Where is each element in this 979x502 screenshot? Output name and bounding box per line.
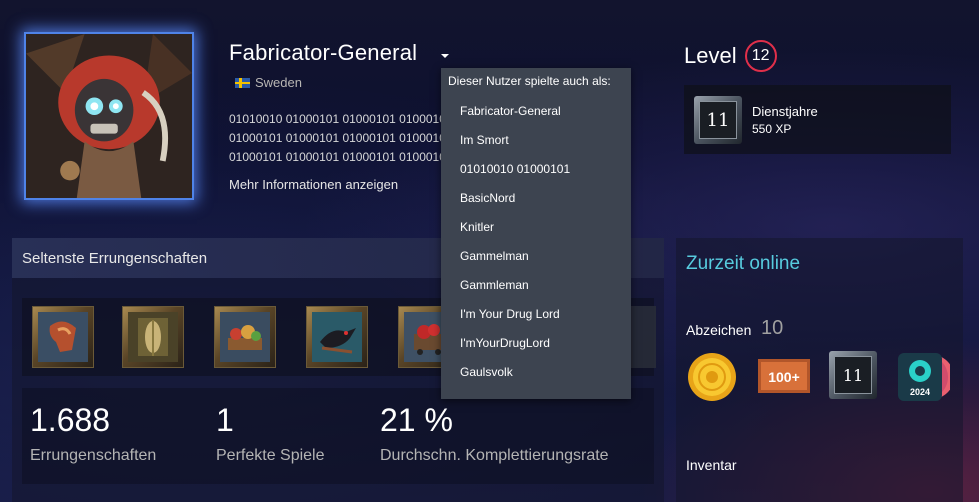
hundred-plus-badge-text: 100+	[768, 369, 800, 385]
years-of-service-title: Dienstjahre	[752, 104, 818, 119]
badge-item[interactable]: 2024	[896, 351, 954, 403]
achievement-showcase-item[interactable]	[122, 306, 184, 368]
achievement-showcase-item[interactable]	[306, 306, 368, 368]
years-of-service-icon-text: 11	[699, 101, 737, 139]
persona-name: Fabricator-General	[229, 40, 418, 65]
badge-item[interactable]	[686, 351, 738, 403]
feast-icon	[228, 325, 262, 350]
stat-completion-rate-value: 21 %	[380, 402, 453, 438]
achievement-showcase-item[interactable]	[32, 306, 94, 368]
achievement-showcase-item[interactable]	[214, 306, 276, 368]
sweden-flag-icon	[235, 77, 250, 88]
stat-achievements-label: Errungenschaften	[30, 447, 157, 464]
alias-item[interactable]: Gammelman	[441, 242, 631, 271]
stat-perfect-games: 1 Perfekte Spiele	[216, 402, 325, 465]
summary-line: 01010010 01000101 01000101 01000101	[229, 112, 441, 126]
years-of-service-icon: 11	[694, 96, 742, 144]
replay-year-text: 2024	[910, 387, 930, 397]
stat-achievements-value: 1.688	[30, 402, 111, 438]
level: Level 12	[684, 40, 777, 72]
inventory-link[interactable]: Inventar	[686, 457, 737, 473]
alias-dropdown: Dieser Nutzer spielte auch als: Fabricat…	[441, 68, 631, 399]
badges-count[interactable]: 10	[761, 317, 783, 340]
horseshoe-icon	[49, 321, 76, 352]
years-of-service-badge-icon: 11	[829, 351, 877, 399]
wheat-icon	[138, 318, 168, 356]
alias-item[interactable]: 01010010 01000101	[441, 155, 631, 184]
summary-line: 01000101 01000101 01000101 01000101	[229, 131, 441, 145]
years-of-service-xp: 550 XP	[752, 122, 792, 136]
alias-item[interactable]: Fabricator-General	[441, 97, 631, 126]
alias-item[interactable]: I'm Your Drug Lord	[441, 300, 631, 329]
more-info-link[interactable]: Mehr Informationen anzeigen	[229, 177, 398, 192]
stat-completion-rate-label: Durchschn. Komplettierungsrate	[380, 447, 609, 464]
alias-item[interactable]: Gaulsvolk	[441, 358, 631, 387]
alias-item[interactable]: BasicNord	[441, 184, 631, 213]
alias-list: Fabricator-General Im Smort 01010010 010…	[441, 97, 631, 387]
achievement-stats: 1.688 Errungenschaften 1 Perfekte Spiele…	[22, 388, 654, 484]
alias-dropdown-toggle[interactable]	[438, 48, 452, 62]
profile-sidebar: Zurzeit online Abzeichen 10 100+ 11 2024	[676, 238, 963, 502]
alias-item[interactable]: Im Smort	[441, 126, 631, 155]
alias-item[interactable]: I'mYourDrugLord	[441, 329, 631, 358]
stat-completion-rate: 21 % Durchschn. Komplettierungsrate	[380, 402, 609, 465]
crow-icon	[320, 328, 356, 354]
alias-dropdown-header: Dieser Nutzer spielte auch als:	[448, 74, 611, 88]
location: Sweden	[235, 75, 302, 90]
avatar[interactable]	[24, 32, 194, 200]
location-label: Sweden	[255, 75, 302, 90]
badge-item[interactable]: 11	[829, 351, 881, 403]
online-status: Zurzeit online	[686, 253, 801, 274]
badges-link[interactable]: Abzeichen	[686, 322, 751, 338]
summary-line: 01000101 01000101 01000101 01000101	[229, 150, 441, 164]
profile-summary: 01010010 01000101 01000101 01000101 0100…	[229, 110, 441, 167]
stat-achievements: 1.688 Errungenschaften	[30, 402, 156, 465]
stat-perfect-games-value: 1	[216, 402, 234, 438]
level-label: Level	[684, 43, 737, 68]
years-of-service-badge-text: 11	[834, 356, 872, 394]
chevron-down-icon	[441, 54, 449, 58]
avatar-image	[26, 34, 192, 198]
badge-item[interactable]: 100+	[756, 351, 810, 403]
years-of-service-badge[interactable]: 11 Dienstjahre 550 XP	[684, 85, 951, 154]
steam-replay-2024-icon: 2024	[898, 353, 954, 401]
gold-coin-icon	[688, 353, 736, 401]
level-badge[interactable]: 12	[744, 40, 777, 72]
hundred-plus-badge-icon: 100+	[758, 359, 810, 393]
alias-item[interactable]: Knitler	[441, 213, 631, 242]
stat-perfect-games-label: Perfekte Spiele	[216, 447, 325, 464]
alias-item[interactable]: Gammleman	[441, 271, 631, 300]
rarest-achievements-title: Seltenste Errungenschaften	[22, 250, 208, 267]
